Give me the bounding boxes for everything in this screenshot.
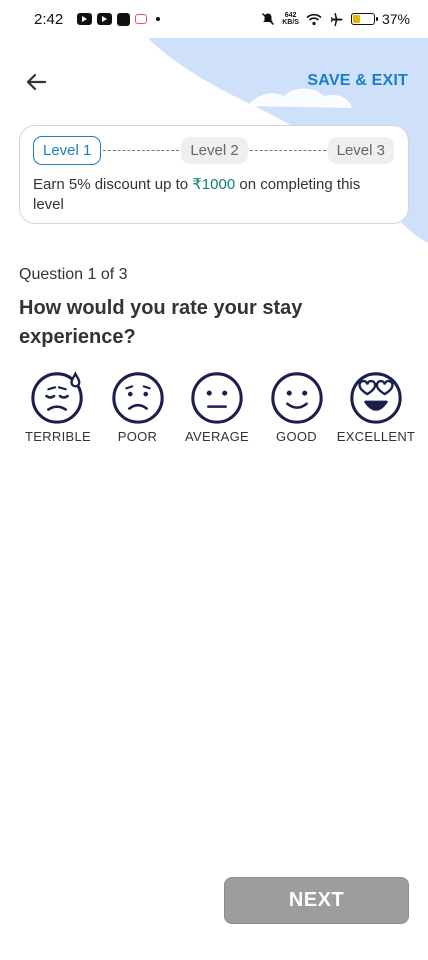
battery-percent: 37% [381, 11, 410, 27]
face-good-icon [270, 372, 323, 424]
rating-label: GOOD [276, 429, 317, 444]
rating-terrible[interactable]: TERRIBLE [19, 368, 97, 444]
net-speed: 642 KB/S [282, 12, 299, 26]
reward-amount: ₹1000 [192, 176, 236, 193]
face-terrible-icon [31, 371, 83, 424]
level-1-pill: Level 1 [33, 135, 102, 165]
rating-label: TERRIBLE [25, 429, 91, 444]
arrow-left-icon [26, 73, 47, 91]
wifi-icon [306, 13, 322, 25]
level-connector [249, 149, 326, 151]
level-3-pill: Level 3 [327, 136, 394, 164]
question-title: How would you rate your stay experience? [19, 297, 303, 348]
level-reward-description: Earn 5% discount up to ₹1000 on completi… [33, 175, 394, 215]
airplane-icon [330, 12, 343, 26]
rating-excellent[interactable]: EXCELLENT [337, 368, 415, 444]
question-counter: Question 1 of 3 [19, 266, 128, 283]
next-button[interactable]: NEXT [224, 877, 409, 924]
youtube-icon [97, 13, 113, 25]
status-time: 2:42 [34, 10, 64, 28]
rating-label: POOR [117, 429, 158, 444]
save-exit-button[interactable]: SAVE & EXIT [307, 72, 408, 90]
face-excellent-icon [350, 372, 402, 424]
status-bar: 2:42 642 KB/S 37% [0, 0, 428, 38]
more-notifications-dot [156, 17, 161, 21]
rating-poor[interactable]: POOR [99, 368, 177, 444]
header: SAVE & EXIT [0, 62, 428, 102]
net-speed-unit: KB/S [282, 19, 299, 26]
rating-options: TERRIBLE POOR AVERAGE GOOD EXCELLENT [19, 368, 415, 444]
mute-icon [262, 12, 275, 26]
app-icon [117, 12, 131, 26]
back-button[interactable] [20, 66, 52, 98]
rating-label: EXCELLENT [336, 429, 416, 444]
youtube-icon [77, 13, 93, 25]
reward-text-prefix: Earn 5% discount up to [33, 176, 193, 193]
level-connector [103, 149, 180, 151]
face-poor-icon [111, 372, 164, 424]
face-average-icon [191, 372, 243, 424]
battery-icon [350, 13, 378, 25]
notification-icons [77, 12, 161, 26]
level-tracker: Level 1 Level 2 Level 3 [33, 135, 394, 165]
rating-good[interactable]: GOOD [258, 368, 336, 444]
rating-average[interactable]: AVERAGE [178, 368, 256, 444]
rating-label: AVERAGE [185, 429, 249, 444]
level-progress-card: Level 1 Level 2 Level 3 Earn 5% discount… [19, 125, 409, 224]
level-2-pill: Level 2 [181, 136, 248, 164]
battery-fill [352, 15, 361, 23]
net-speed-value: 642 [284, 12, 297, 19]
status-right: 642 KB/S 37% [261, 11, 410, 27]
app-icon [135, 14, 148, 24]
